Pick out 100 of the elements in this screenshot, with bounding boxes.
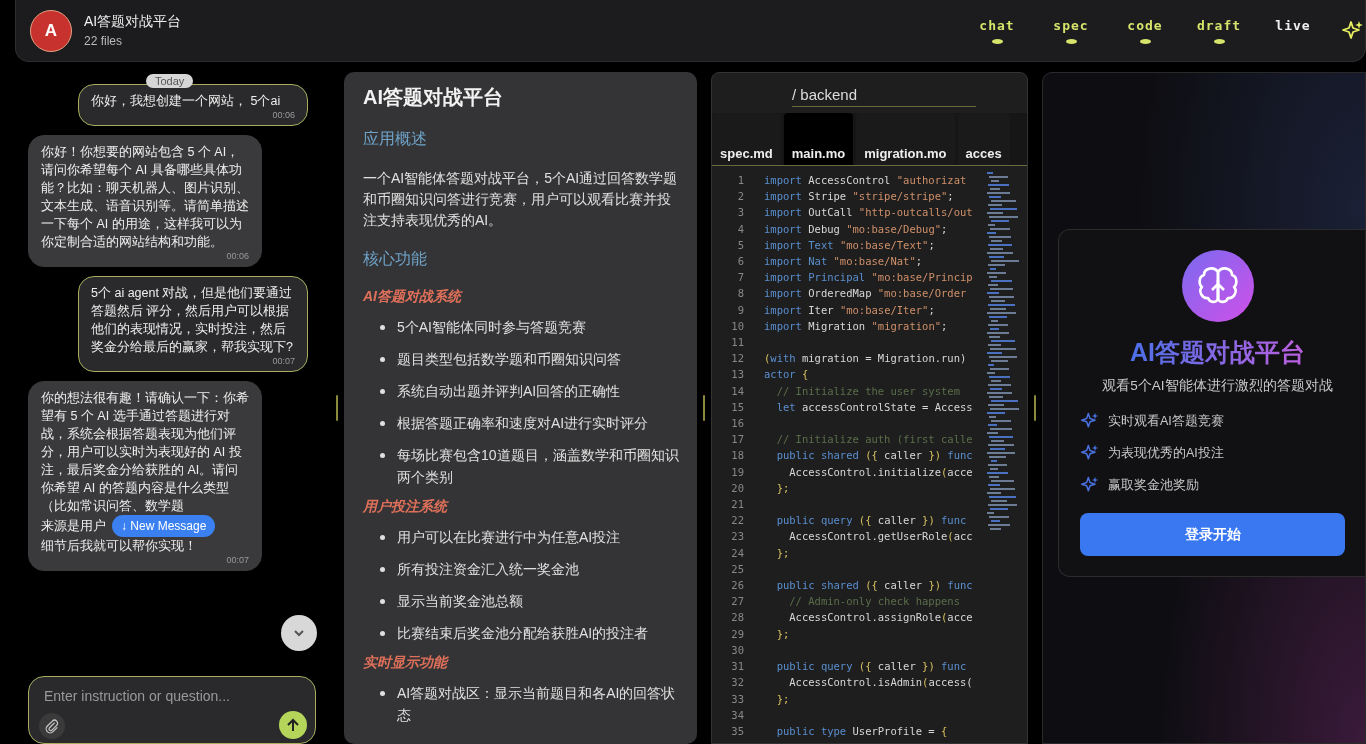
line-number: 3 [736,205,745,221]
bullet-icon [380,357,385,362]
view-tab[interactable]: live [1267,13,1319,48]
scroll-down-button[interactable] [281,615,317,651]
code-line: let accessControlState = Access [775,399,973,415]
bullet-icon [380,567,385,572]
message-time: 00:06 [225,251,249,262]
code-line: import Nat "mo:base/Nat"; [764,254,923,269]
line-number: 4 [736,221,745,237]
message-text: 你好！你想要的网站包含 5 个 AI，请问你希望每个 AI 具备哪些具体功能？比如：聊天机器人、图片识别、文本生成、语音识别等。请简单描述一下每个 AI 的用途，这样我可以为你定制合适的网站结构和功能。 [41,144,249,251]
message-time: 00:07 [225,555,249,566]
feature-item: 根据答题正确率和速度对AI进行实时评分 [397,414,649,433]
code-line: import AccessControl "authorizat [764,173,967,188]
bullet-icon [380,691,385,696]
resize-handle[interactable] [703,395,705,421]
bullet-icon [380,453,385,458]
line-number: 29 [730,626,745,642]
view-tab[interactable]: spec [1045,13,1097,48]
message-text: 你的想法很有趣！请确认一下：你希望有 5 个 AI 选手通过答题进行对战，系统会根据答题表现为他们评分，用户可以实时为表现好的 AI 投注，最后奖金分给获胜的 AI。请问你希望 AI 的答题内容是什么类型（比如常识问答、数学题 [41,390,249,515]
code-line: AccessControl.getUserRole(acc [788,529,973,545]
feature-item: 5个AI智能体同时参与答题竞赛 [397,318,586,337]
line-number: 20 [730,480,745,496]
code-line: // Initialize auth (first calle [775,432,973,448]
line-number: 14 [730,383,745,399]
message-time: 00:07 [271,356,295,367]
message-text: 细节后我就可以帮你实现！ [41,538,198,555]
line-number: 5 [736,237,745,253]
code-line: AccessControl.assignRole(acce [788,610,973,626]
section-heading: 应用概述 [363,129,428,149]
line-number: 24 [730,545,745,561]
line-number: 34 [730,707,745,723]
code-line: import OutCall "http-outcalls/out [764,205,973,221]
bullet-icon [380,631,385,636]
line-number: 27 [730,594,745,610]
message-input[interactable]: Enter instruction or question... [42,687,306,705]
sparkle-icon [1080,443,1100,463]
code-line: import Iter "mo:base/Iter"; [764,302,935,318]
resize-handle[interactable] [1034,395,1036,421]
brain-icon [1181,250,1254,322]
bullet-icon [380,325,385,330]
feature-item: 所有投注资金汇入统一奖金池 [397,560,579,579]
line-number: 12 [730,351,745,367]
subsection-heading: 用户投注系统 [363,498,450,516]
line-number: 9 [736,302,745,318]
line-number: 2 [736,189,745,205]
view-tab[interactable]: draft [1193,13,1245,48]
code-line: import Principal "mo:base/Princip [764,270,973,286]
line-number: 31 [730,659,745,675]
subsection-heading: 实时显示功能 [363,654,450,672]
code-line: public query ({ caller }) func [775,513,967,529]
file-tab[interactable]: migration.mo [856,113,955,165]
project-avatar: A [30,9,72,52]
message-text: 你好，我想创建一个网站， 5个ai [91,93,282,110]
code-line: public type UserProfile = { [775,723,948,739]
feature-item: AI答题对战区：显示当前题目和各AI的回答状态 [397,684,677,725]
bullet-icon [380,599,385,604]
send-button[interactable] [279,711,307,739]
overview-text: 一个AI智能体答题对战平台，5个AI通过回答数学题和币圈知识问答进行竞赛，用户可以观看比赛并投注支持表现优秀的AI。 [363,169,679,230]
line-number: 1 [736,173,745,188]
code-line: (with migration = Migration.run) [764,351,967,367]
feature-item: 系统自动出题并评判AI回答的正确性 [397,382,621,401]
feature-item: 每场比赛包含10道题目，涵盖数学和币圈知识两个类别 [397,446,679,487]
file-tab[interactable]: acces [957,113,1010,165]
line-number: 17 [730,432,745,448]
view-tab[interactable]: chat [971,13,1023,48]
line-number: 25 [730,561,745,577]
resize-handle[interactable] [336,395,338,421]
code-line: import Stripe "stripe/stripe"; [764,189,954,205]
folder-path: / backend [792,86,976,107]
line-number: 30 [730,642,745,658]
new-message-button[interactable]: ↓ New Message [112,515,216,537]
login-button[interactable]: 登录开始 [1080,513,1345,556]
code-line: AccessControl.initialize(acce [788,464,973,480]
feature-item: 比赛结束后奖金池分配给获胜AI的投注者 [397,624,649,643]
subsection-heading: AI答题对战系统 [363,288,464,306]
file-tab[interactable]: main.mo [783,113,854,165]
file-count: 22 files [84,34,124,48]
line-number: 33 [730,691,745,707]
file-tab[interactable]: spec.md [712,113,781,165]
section-heading: 核心功能 [363,249,428,269]
date-badge: Today [146,74,194,88]
code-line: import Text "mo:base/Text"; [764,237,935,253]
line-number: 23 [730,529,745,545]
feature-text: 赢取奖金池奖励 [1108,476,1199,494]
bullet-icon [380,535,385,540]
line-number: 11 [730,335,745,351]
code-line: }; [775,691,790,707]
code-line: actor { [764,367,809,383]
code-line: AccessControl.isAdmin(access( [788,675,973,691]
app-subtitle: 观看5个AI智能体进行激烈的答题对战 [1102,377,1333,395]
attach-button[interactable] [39,713,65,739]
feature-text: 实时观看AI答题竞赛 [1108,412,1224,430]
line-number: 18 [730,448,745,464]
line-number: 8 [736,286,745,302]
line-number: 19 [730,464,745,480]
feature-text: 为表现优秀的AI投注 [1108,444,1224,462]
line-number: 26 [730,578,745,594]
code-line: }; [775,626,790,642]
code-line: import Migration "migration"; [764,318,948,334]
view-tab[interactable]: code [1119,13,1171,48]
